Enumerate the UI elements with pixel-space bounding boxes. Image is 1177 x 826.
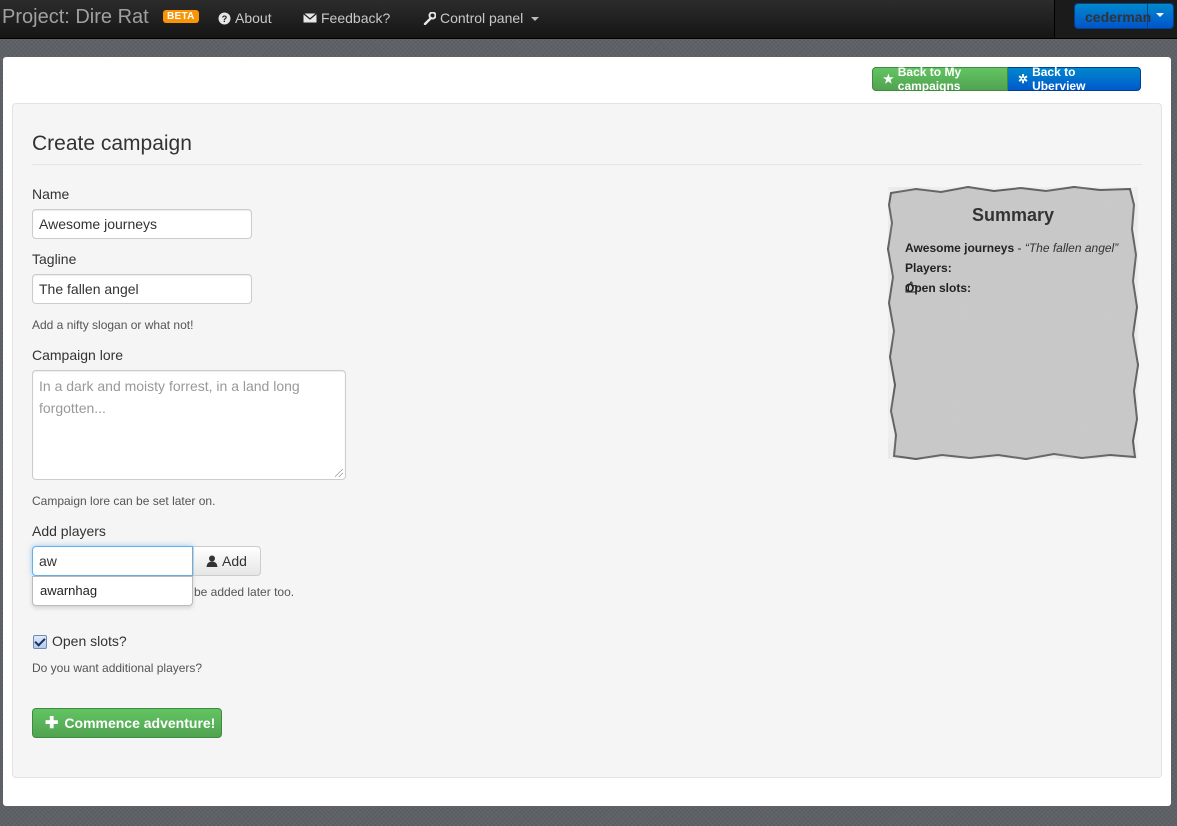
lore-placeholder: In a dark and moisty forrest, in a land … [39,378,300,416]
commence-adventure-button[interactable]: ✚ Commence adventure! [32,708,222,738]
wrench-icon [423,11,436,25]
summary-campaign-name: Awesome journeys [905,241,1015,255]
user-menu-button[interactable]: cederman [1074,3,1174,29]
players-help: be added later too. [194,585,295,599]
nav-control-panel-label: Control panel [440,10,524,26]
open-slots-label[interactable]: Open slots? [52,633,127,649]
svg-text:?: ? [222,14,228,24]
summary-tagline: “The fallen angel” [1024,241,1119,255]
name-input[interactable]: Awesome journeys [32,209,252,239]
add-player-label: Add [222,553,247,569]
user-icon [206,555,218,567]
campaign-form: Create campaign Name Awesome journeys Ta… [12,103,1162,778]
nav-feedback-link[interactable]: Feedback? [303,10,390,26]
back-to-uberview-label: Back to Uberview [1032,65,1086,93]
username-label: cederman [1085,9,1152,25]
nav-about-label: About [235,10,272,26]
tagline-help: Add a nifty slogan or what not! [32,318,194,332]
split-divider [1147,4,1148,28]
chevron-down-icon[interactable] [1156,13,1164,17]
open-slots-checkbox[interactable] [33,635,47,649]
back-to-campaigns-button[interactable]: ★ Back to My campaigns [872,65,1008,93]
summary-campaign-line: Awesome journeys - “The fallen angel” [905,241,1118,255]
top-actions: ★ Back to My campaigns ✲ Back to Ubervie… [872,65,1141,93]
players-label: Add players [32,523,106,539]
summary-players-line: Players: [905,261,952,275]
tagline-input[interactable]: The fallen angel [32,274,252,304]
gear-icon: ✲ [1018,72,1029,86]
add-player-button[interactable]: Add [193,546,261,576]
thumbs-up-icon [905,281,918,293]
player-suggestion[interactable]: awarnhag [32,576,193,606]
summary-open-slots-line: Open slots: [905,281,971,295]
resize-handle[interactable] [335,469,343,477]
lore-help: Campaign lore can be set later on. [32,494,216,508]
brand-title[interactable]: Project: Dire Rat [2,6,149,29]
chevron-down-icon [531,17,540,21]
question-circle-icon: ? [218,12,231,24]
beta-badge: BETA [163,10,199,23]
plus-icon: ✚ [45,715,59,732]
lore-label: Campaign lore [32,347,124,363]
summary-panel: Summary Awesome journeys - “The fallen a… [886,185,1140,462]
page-container: ★ Back to My campaigns ✲ Back to Ubervie… [3,57,1171,806]
nav-about-link[interactable]: ? About [218,10,272,26]
envelope-icon [303,13,317,23]
nav-control-panel-dropdown[interactable]: Control panel [423,10,540,26]
player-search-input[interactable]: aw [32,546,193,576]
open-slots-help: Do you want additional players? [32,661,203,675]
commence-label: Commence adventure! [64,715,216,731]
page-title: Create campaign [32,132,1142,165]
nav-feedback-label: Feedback? [321,10,391,26]
summary-title: Summary [971,205,1055,225]
tagline-label: Tagline [32,251,77,267]
lore-textarea[interactable]: In a dark and moisty forrest, in a land … [32,370,346,480]
back-to-campaigns-label: Back to My campaigns [897,65,962,93]
summary-players-label: Players: [905,261,952,275]
back-to-uberview-button[interactable]: ✲ Back to Uberview [1008,65,1141,93]
summary-separator: - [1014,241,1025,255]
name-label: Name [32,186,70,202]
star-icon: ★ [883,72,894,86]
top-navbar: Project: Dire Rat BETA ? About Feedback?… [0,0,1177,39]
parchment-background [886,185,1140,461]
